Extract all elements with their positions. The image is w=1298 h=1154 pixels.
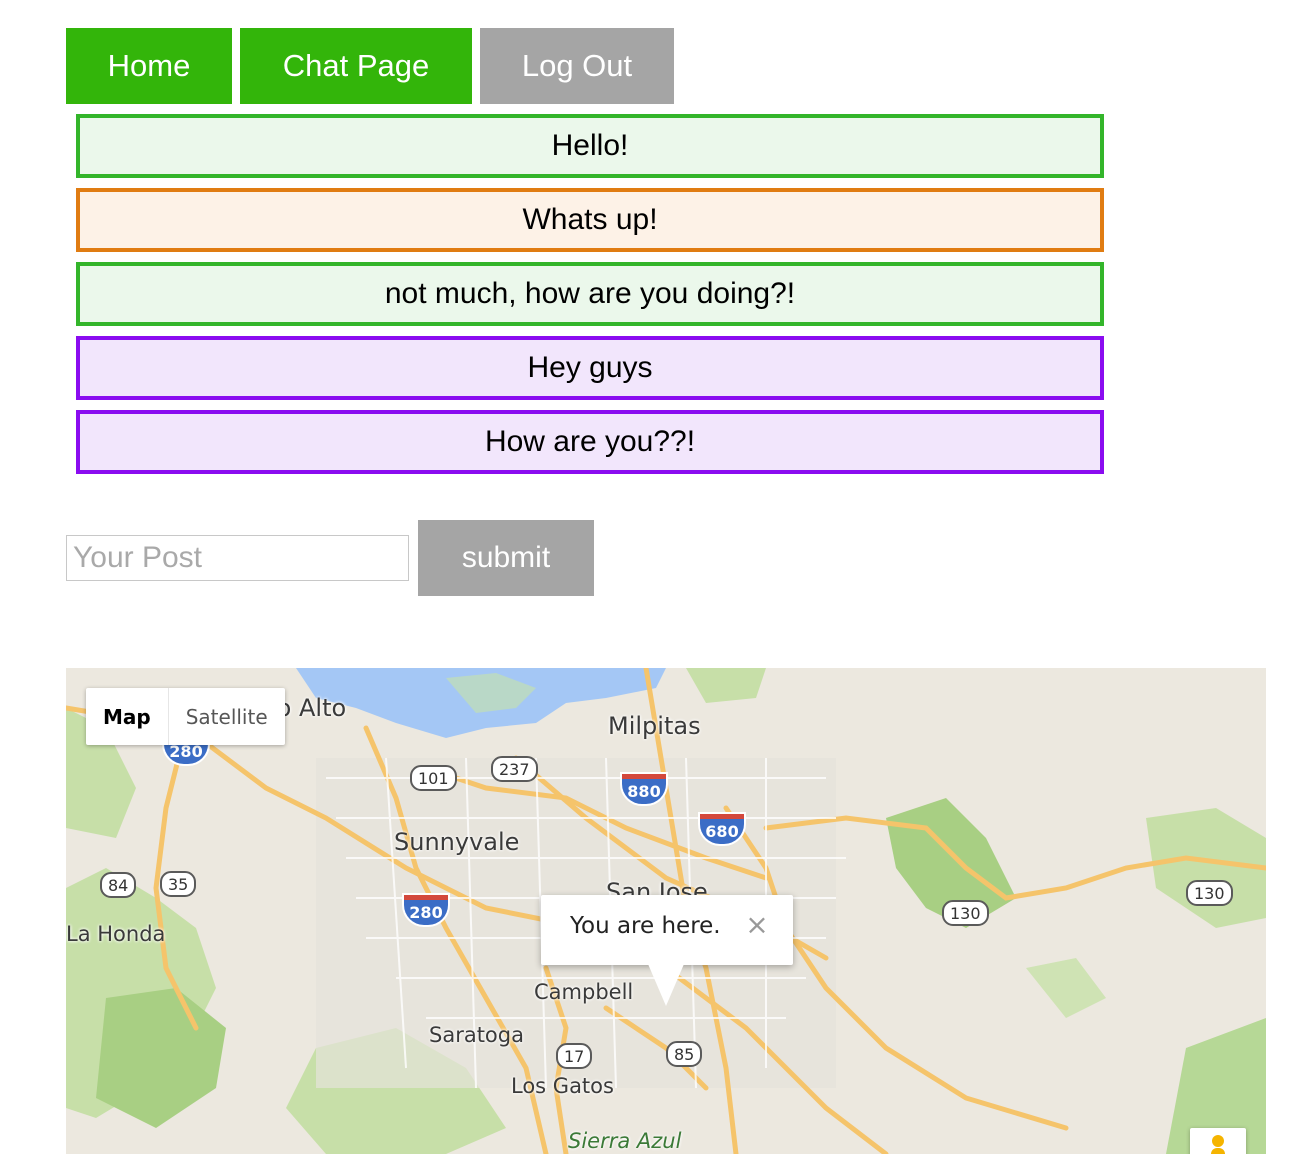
message-item: not much, how are you doing?! <box>76 262 1104 326</box>
nav-bar: Home Chat Page Log Out <box>66 28 674 104</box>
place-label: Milpitas <box>608 712 701 740</box>
info-window-tail <box>648 964 684 1006</box>
place-label: Sunnyvale <box>394 828 520 856</box>
route-shield: 130 <box>1186 880 1233 906</box>
chat-page-button[interactable]: Chat Page <box>240 28 472 104</box>
route-shield: 85 <box>666 1041 703 1067</box>
message-item: Hey guys <box>76 336 1104 400</box>
info-window-text: You are here. <box>570 913 721 939</box>
logout-button[interactable]: Log Out <box>480 28 674 104</box>
place-label: Sierra Azul <box>568 1129 682 1153</box>
route-shield: 17 <box>556 1043 593 1069</box>
place-label: Campbell <box>534 980 634 1004</box>
message-item: Hello! <box>76 114 1104 178</box>
route-shield: 84 <box>100 872 137 898</box>
route-shield: 35 <box>160 871 197 897</box>
map-type-control: Map Satellite <box>86 688 285 745</box>
route-shield: 237 <box>491 756 538 782</box>
home-button[interactable]: Home <box>66 28 232 104</box>
place-label: Los Gatos <box>511 1074 614 1098</box>
submit-button[interactable]: submit <box>418 520 594 596</box>
message-list: Hello! Whats up! not much, how are you d… <box>76 114 1104 484</box>
map-type-satellite-button[interactable]: Satellite <box>169 688 285 745</box>
info-window: You are here. × <box>541 895 793 965</box>
pegman-icon[interactable] <box>1190 1128 1246 1154</box>
place-label: Saratoga <box>429 1023 524 1047</box>
close-icon[interactable]: × <box>743 911 771 939</box>
place-label: La Honda <box>66 922 166 946</box>
post-input[interactable] <box>66 535 409 581</box>
interstate-shield: 680 <box>700 814 744 844</box>
route-shield: 101 <box>410 765 457 791</box>
map-type-map-button[interactable]: Map <box>86 688 169 745</box>
route-shield: 130 <box>942 900 989 926</box>
interstate-shield: 880 <box>622 774 666 804</box>
message-item: Whats up! <box>76 188 1104 252</box>
interstate-shield: 280 <box>404 895 448 925</box>
message-item: How are you??! <box>76 410 1104 474</box>
map-view[interactable]: lo Alto Milpitas Sunnyvale San Jose La H… <box>66 668 1266 1154</box>
